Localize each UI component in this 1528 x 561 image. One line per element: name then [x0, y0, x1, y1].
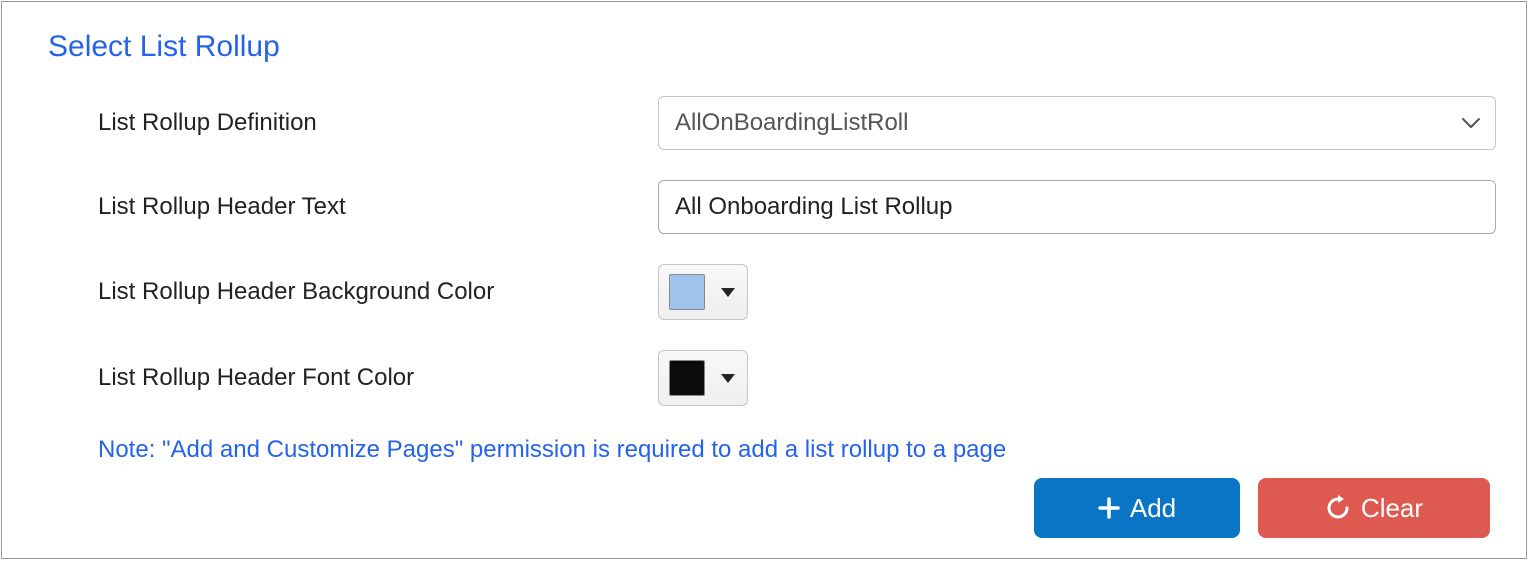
add-button-label: Add [1130, 493, 1176, 524]
row-font-color: List Rollup Header Font Color [2, 350, 1526, 406]
refresh-icon [1325, 495, 1351, 521]
select-definition[interactable]: AllOnBoardingListRoll [658, 96, 1496, 150]
clear-button[interactable]: Clear [1258, 478, 1490, 538]
row-definition: List Rollup Definition AllOnBoardingList… [2, 96, 1526, 150]
color-swatch-font [669, 360, 705, 396]
label-header-text: List Rollup Header Text [98, 193, 658, 221]
plus-icon [1098, 497, 1120, 519]
form-area: List Rollup Definition AllOnBoardingList… [2, 96, 1526, 406]
input-header-text[interactable] [658, 180, 1496, 234]
section-title: Select List Rollup [48, 30, 1526, 64]
permission-note: Note: "Add and Customize Pages" permissi… [98, 436, 1526, 464]
caret-down-icon [721, 374, 735, 383]
color-swatch-bg [669, 274, 705, 310]
add-button[interactable]: Add [1034, 478, 1240, 538]
row-header-text: List Rollup Header Text [2, 180, 1526, 234]
color-picker-font[interactable] [658, 350, 748, 406]
label-definition: List Rollup Definition [98, 109, 658, 137]
caret-down-icon [721, 288, 735, 297]
row-bg-color: List Rollup Header Background Color [2, 264, 1526, 320]
label-bg-color: List Rollup Header Background Color [98, 278, 658, 306]
label-font-color: List Rollup Header Font Color [98, 364, 658, 392]
select-list-rollup-panel: Select List Rollup List Rollup Definitio… [1, 1, 1527, 559]
select-definition-value: AllOnBoardingListRoll [658, 96, 1496, 150]
color-picker-bg[interactable] [658, 264, 748, 320]
button-row: Add Clear [2, 478, 1526, 538]
clear-button-label: Clear [1361, 493, 1423, 524]
